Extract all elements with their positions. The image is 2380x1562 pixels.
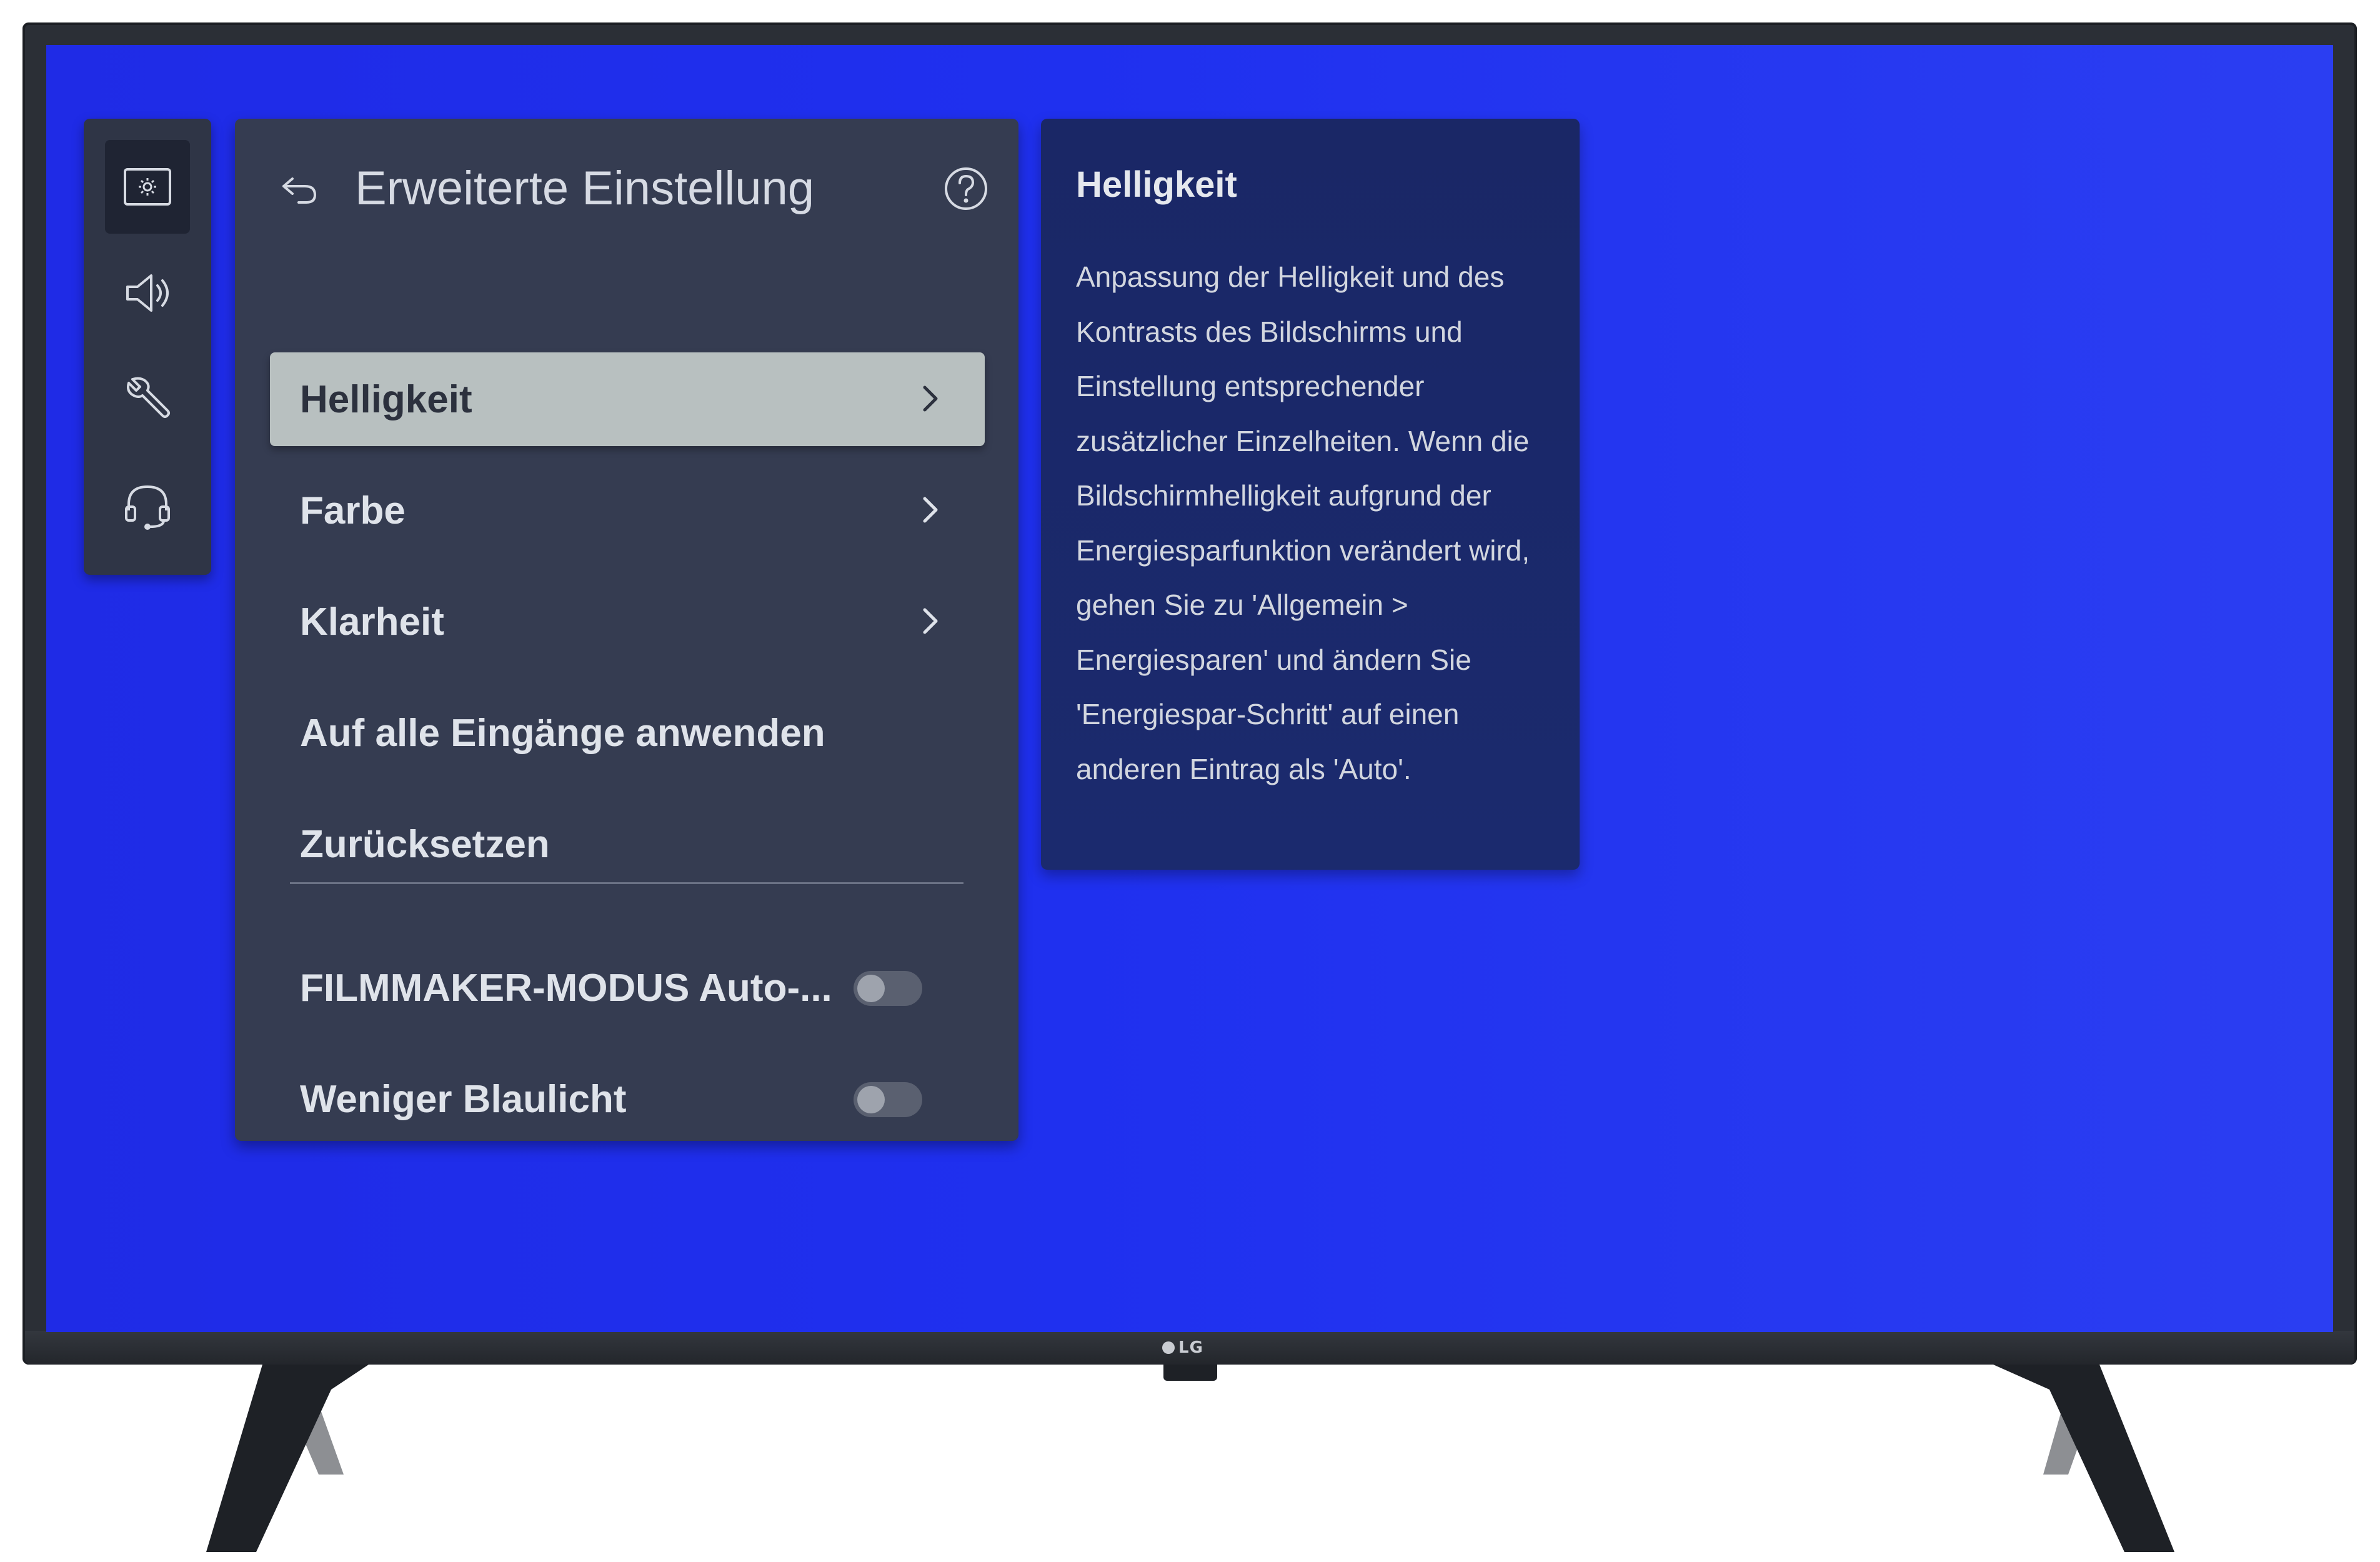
lg-logo: LG — [1162, 1337, 1218, 1358]
menu-item-helligkeit[interactable]: Helligkeit — [270, 352, 985, 446]
stand-right — [1993, 1365, 2174, 1552]
menu-item-reset[interactable]: Zurücksetzen — [270, 797, 985, 891]
page-title: Erweiterte Einstellung — [355, 162, 815, 215]
help-button[interactable] — [941, 164, 991, 214]
menu-item-label: Farbe — [300, 489, 406, 532]
settings-category-nav — [84, 119, 211, 575]
wrench-icon — [127, 377, 170, 418]
menu-item-label: Klarheit — [300, 600, 444, 644]
tv-screen: Erweiterte Einstellung Helligkeit Farbe … — [46, 45, 2333, 1332]
advanced-settings-panel: Erweiterte Einstellung Helligkeit Farbe … — [235, 119, 1018, 1141]
toggle-row-label: FILMMAKER-MODUS Auto-... — [300, 966, 832, 1010]
filmmaker-mode-toggle[interactable] — [854, 971, 922, 1006]
menu-item-apply-all-inputs[interactable]: Auf alle Eingänge anwenden — [270, 686, 985, 780]
menu-item-label: Zurücksetzen — [300, 822, 550, 866]
nav-sound[interactable] — [105, 246, 190, 340]
info-title: Helligkeit — [1076, 164, 1237, 205]
nav-general[interactable] — [105, 352, 190, 446]
menu-item-farbe[interactable]: Farbe — [270, 464, 985, 557]
menu-item-label: Auf alle Eingänge anwenden — [300, 711, 825, 755]
blue-light-toggle[interactable] — [854, 1082, 922, 1117]
ir-receiver — [1163, 1365, 1217, 1381]
back-arrow-icon — [282, 177, 317, 204]
info-description: Anpassung der Helligkeit und des Kontras… — [1076, 261, 1530, 785]
lg-logo-text: LG — [1178, 1338, 1203, 1357]
menu-item-klarheit[interactable]: Klarheit — [270, 575, 985, 669]
chevron-right-icon — [923, 386, 938, 412]
menu-item-label: Helligkeit — [300, 377, 472, 421]
help-icon — [945, 167, 987, 210]
chevron-right-icon — [923, 608, 938, 634]
nav-picture[interactable] — [105, 140, 190, 234]
back-button[interactable] — [277, 166, 322, 211]
nav-support[interactable] — [105, 459, 190, 552]
headset-icon — [125, 485, 170, 530]
chevron-right-icon — [923, 497, 938, 523]
toggle-knob — [857, 975, 885, 1002]
toggle-row-blue-light[interactable]: Weniger Blaulicht — [270, 1052, 985, 1146]
toggle-knob — [857, 1086, 885, 1113]
info-panel: Helligkeit Anpassung der Helligkeit und … — [1041, 119, 1580, 870]
stand-left — [206, 1365, 369, 1552]
divider — [290, 882, 963, 884]
toggle-row-label: Weniger Blaulicht — [300, 1077, 627, 1121]
toggle-row-filmmaker-mode[interactable]: FILMMAKER-MODUS Auto-... — [270, 941, 985, 1035]
lg-logo-mark — [1162, 1341, 1175, 1354]
speaker-icon — [126, 274, 169, 312]
picture-icon — [124, 168, 171, 206]
